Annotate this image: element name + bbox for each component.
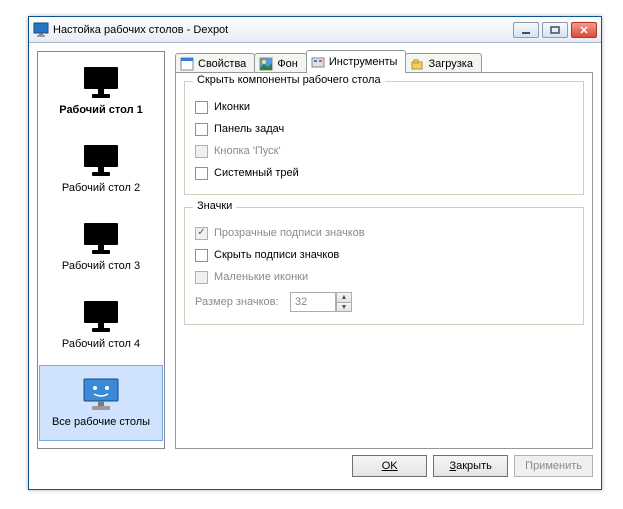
sidebar-item-desktop-3[interactable]: Рабочий стол 3 [38,208,164,286]
checkbox-label: Кнопка 'Пуск' [214,145,281,157]
window-title: Настойка рабочих столов - Dexpot [53,24,513,36]
checkbox-label: Системный трей [214,167,299,179]
spin-up-button[interactable]: ▲ [336,292,352,302]
icon-size-input: 32 [290,292,336,312]
tab-panel-tools: Скрыть компоненты рабочего стола Иконки … [175,72,593,449]
tab-load[interactable]: Загрузка [405,53,481,74]
checkbox-system-tray[interactable] [195,167,208,180]
tab-label: Фон [277,58,298,70]
maximize-button[interactable] [542,22,568,38]
checkbox-icons[interactable] [195,101,208,114]
tools-icon [311,55,325,69]
sidebar-item-label: Рабочий стол 3 [62,260,140,272]
properties-icon [180,57,194,71]
tab-label: Загрузка [428,58,472,70]
sidebar-item-all-desktops[interactable]: Все рабочие столы [39,365,163,441]
checkbox-taskbar[interactable] [195,123,208,136]
close-dialog-button[interactable]: Закрыть [433,455,508,477]
apply-button: Применить [514,455,593,477]
tab-properties[interactable]: Свойства [175,53,255,74]
tab-label: Свойства [198,58,246,70]
group-title: Скрыть компоненты рабочего стола [193,74,385,86]
checkbox-label: Скрыть подписи значков [214,249,339,261]
monitor-face-icon [83,378,119,412]
desktop-list[interactable]: Рабочий стол 1 Рабочий стол 2 Рабочий ст… [37,51,165,449]
sidebar-item-label: Рабочий стол 4 [62,338,140,350]
checkbox-small-icons [195,271,208,284]
checkbox-label: Прозрачные подписи значков [214,227,365,239]
close-button[interactable] [571,22,597,38]
sidebar-item-desktop-2[interactable]: Рабочий стол 2 [38,130,164,208]
monitor-icon [83,222,119,256]
sidebar-item-desktop-1[interactable]: Рабочий стол 1 [38,52,164,130]
background-icon [259,57,273,71]
checkbox-hide-labels[interactable] [195,249,208,262]
sidebar-item-label: Рабочий стол 1 [59,104,142,116]
spin-down-button[interactable]: ▼ [336,302,352,312]
load-icon [410,57,424,71]
window-frame: Настойка рабочих столов - Dexpot Рабочий… [28,16,602,490]
titlebar[interactable]: Настойка рабочих столов - Dexpot [29,17,601,43]
tab-background[interactable]: Фон [254,53,307,74]
monitor-icon [83,300,119,334]
sidebar-item-label: Рабочий стол 2 [62,182,140,194]
checkbox-label: Иконки [214,101,250,113]
checkbox-transparent-labels [195,227,208,240]
chevron-up-icon: ▲ [341,294,348,301]
button-bar: OK Закрыть Применить [175,455,593,481]
app-icon [33,22,49,38]
ok-button[interactable]: OK [352,455,427,477]
tab-strip: Свойства Фон Инструменты Загрузка [175,51,593,73]
tab-tools[interactable]: Инструменты [306,50,407,73]
chevron-down-icon: ▼ [341,304,348,311]
checkbox-start-button [195,145,208,158]
monitor-icon [83,144,119,178]
group-hide-components: Скрыть компоненты рабочего стола Иконки … [184,81,584,195]
sidebar-item-label: Все рабочие столы [52,416,150,428]
tab-label: Инструменты [329,56,398,68]
sidebar-item-desktop-4[interactable]: Рабочий стол 4 [38,286,164,364]
icon-size-label: Размер значков: [195,296,290,308]
checkbox-label: Маленькие иконки [214,271,308,283]
group-title: Значки [193,200,236,212]
minimize-button[interactable] [513,22,539,38]
group-icons: Значки Прозрачные подписи значков Скрыть… [184,207,584,325]
checkbox-label: Панель задач [214,123,284,135]
monitor-icon [83,66,119,100]
